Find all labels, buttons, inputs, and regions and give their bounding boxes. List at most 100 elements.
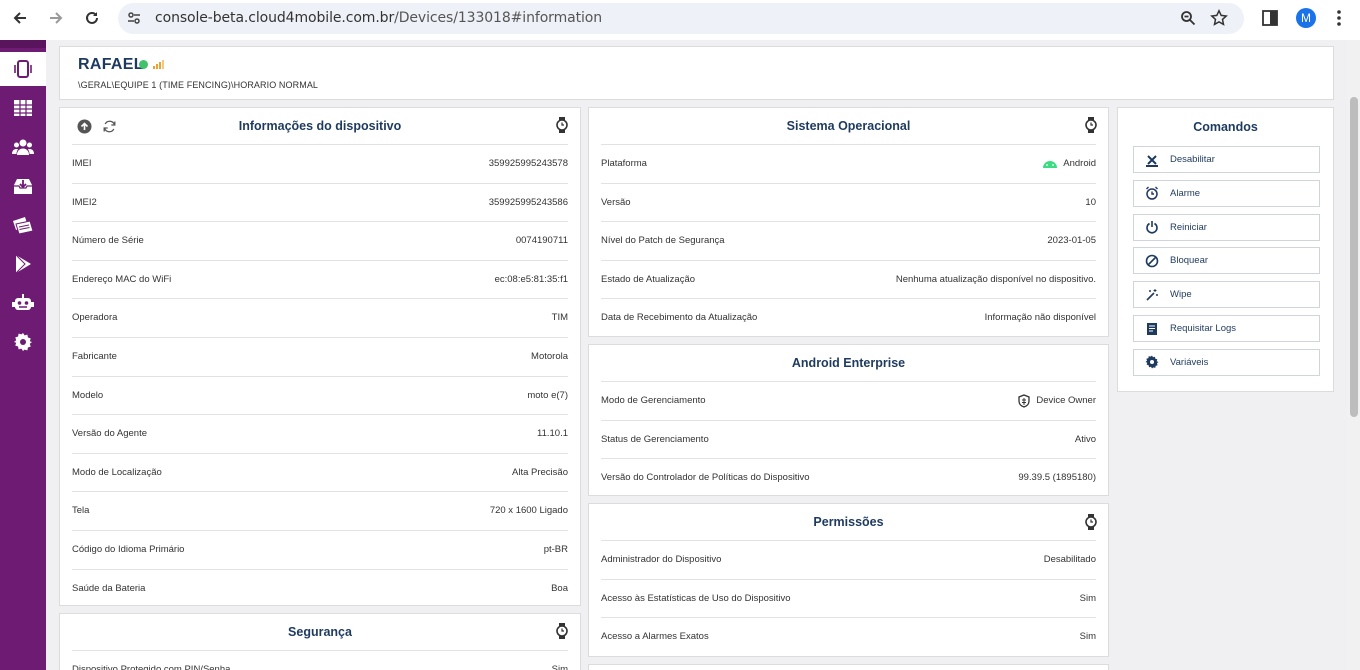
reload-button[interactable]	[80, 6, 104, 30]
row-label: Versão do Agente	[72, 428, 148, 440]
command-button[interactable]: Alarme	[1133, 179, 1320, 207]
row-label: IMEI	[72, 158, 92, 169]
sidebar-item-devices[interactable]	[0, 52, 46, 86]
os-title: Sistema Operacional	[786, 119, 911, 133]
device-group-path: \GERAL\EQUIPE 1 (TIME FENCING)\HORARIO N…	[78, 80, 319, 90]
info-row: Saúde da Bateria Boa	[72, 568, 568, 607]
info-row: IMEI 359925995243578	[72, 144, 568, 182]
row-label: Saúde da Bateria	[72, 582, 146, 594]
row-label: Endereço MAC do WiFi	[72, 273, 172, 285]
zoom-icon[interactable]	[1180, 10, 1196, 26]
sidebar-item-users[interactable]	[0, 130, 46, 164]
row-label: Nível do Patch de Segurança	[601, 235, 725, 247]
sidebar-top-strip	[0, 40, 46, 48]
sidebar-item-apps[interactable]	[0, 208, 46, 242]
row-value-wrap: Ativo	[1075, 434, 1096, 445]
wipe-icon	[1146, 288, 1158, 301]
info-row: Tela 720 x 1600 Ligado	[72, 491, 568, 529]
info-row: Modo de Localização Alta Precisão	[72, 452, 568, 491]
browser-menu-icon[interactable]	[1336, 8, 1342, 28]
url-text[interactable]: console-beta.cloud4mobile.com.br/Devices…	[155, 10, 602, 26]
block-icon	[1145, 254, 1159, 268]
os-card: Sistema Operacional Plataforma Android Ver…	[588, 107, 1109, 337]
forward-button[interactable]	[44, 6, 68, 30]
reload-icon	[86, 11, 98, 24]
command-icon-wrap	[1134, 322, 1170, 336]
row-value-wrap: moto e(7)	[527, 390, 568, 401]
row-value-wrap: Sim	[552, 664, 568, 670]
commands-title: Comandos	[1193, 120, 1258, 134]
row-label: Acesso às Estatísticas de Uso do Disposi…	[601, 592, 791, 604]
info-row: Versão do Controlador de Políticas do Di…	[601, 458, 1096, 496]
row-label: Versão	[601, 196, 631, 208]
signal-strength-icon	[153, 60, 164, 69]
command-button[interactable]: Wipe	[1133, 281, 1320, 309]
sidebar-item-play-store[interactable]	[0, 247, 46, 281]
row-label: IMEI2	[72, 196, 97, 208]
command-button[interactable]: Variáveis	[1133, 348, 1320, 376]
online-status-dot	[139, 60, 148, 69]
command-icon-wrap	[1134, 220, 1170, 234]
row-label: Fabricante	[72, 351, 117, 362]
row-value: Alta Precisão	[512, 466, 568, 478]
row-value-wrap: Android	[1042, 158, 1096, 169]
page-scrollbar[interactable]	[1347, 40, 1360, 670]
command-label: Reiniciar	[1170, 221, 1207, 233]
watch-icon[interactable]	[1085, 514, 1097, 530]
sidebar-item-settings[interactable]	[0, 325, 46, 359]
row-value: Desabilitado	[1043, 554, 1096, 565]
bookmark-star-icon[interactable]	[1210, 9, 1228, 27]
row-label: Data de Recebimento da Atualização	[601, 312, 758, 324]
row-value-wrap: ec:08:e5:81:35:f1	[495, 274, 568, 285]
side-panel-icon[interactable]	[1261, 9, 1279, 27]
row-label: Status de Gerenciamento	[601, 433, 709, 445]
row-label: Versão do Controlador de Políticas do Di…	[601, 472, 810, 484]
command-button[interactable]: Reiniciar	[1133, 213, 1320, 241]
address-bar[interactable]: console-beta.cloud4mobile.com.br/Devices…	[118, 3, 1244, 34]
row-label: Código do Idioma Primário	[72, 544, 185, 555]
info-row: Versão 10	[601, 182, 1096, 221]
command-button[interactable]: Desabilitar	[1133, 146, 1320, 173]
site-info-icon[interactable]	[127, 11, 141, 25]
row-label: Estado de Atualização	[601, 273, 696, 285]
watch-icon[interactable]	[556, 623, 568, 639]
device-header: RAFAEL \GERAL\EQUIPE 1 (TIME FENCING)\HO…	[59, 46, 1334, 100]
row-value: 0074190711	[515, 235, 568, 247]
command-label: Requisitar Logs	[1170, 323, 1237, 334]
back-button[interactable]	[8, 6, 32, 30]
command-button[interactable]: Requisitar Logs	[1133, 315, 1320, 342]
command-button[interactable]: Bloquear	[1133, 247, 1320, 275]
watch-icon[interactable]	[1085, 117, 1097, 133]
row-label: Modelo	[72, 389, 104, 401]
row-value-wrap: Desabilitado	[1044, 554, 1096, 565]
row-value-wrap: Alta Precisão	[512, 467, 568, 478]
sidebar-item-inbox[interactable]	[0, 169, 46, 203]
row-value: Informação não disponível	[984, 312, 1096, 324]
command-label: Wipe	[1170, 289, 1192, 301]
commands-card: Comandos Desabilitar Alarme Reiniciar Bloqu…	[1117, 107, 1334, 392]
row-value: 10	[1085, 196, 1096, 208]
row-label: Administrador do Dispositivo	[601, 554, 722, 565]
row-value: Ativo	[1074, 433, 1096, 445]
info-row: Número de Série 0074190711	[72, 221, 568, 259]
row-label: Plataforma	[601, 158, 647, 169]
row-value: 11.10.1	[537, 428, 568, 440]
row-value-wrap: Boa	[551, 583, 568, 594]
row-value: Android	[1063, 158, 1096, 169]
device-info-card: Informações do dispositivo IMEI 359925995…	[59, 107, 581, 606]
row-label: Número de Série	[72, 235, 144, 247]
row-value: 2023-01-05	[1047, 235, 1096, 247]
scrollbar-thumb[interactable]	[1350, 97, 1358, 417]
play-store-icon	[15, 254, 31, 274]
sidebar-item-automation[interactable]	[0, 286, 46, 320]
command-label: Bloquear	[1170, 255, 1209, 267]
info-row: Fabricante Motorola	[72, 337, 568, 375]
sidebar-item-reports[interactable]	[0, 91, 46, 125]
next-card	[588, 664, 1109, 670]
info-row: Nível do Patch de Segurança 2023-01-05	[601, 221, 1096, 259]
row-value-wrap: 720 x 1600 Ligado	[490, 505, 568, 516]
table-icon	[14, 100, 32, 116]
command-label: Alarme	[1170, 187, 1201, 199]
watch-icon[interactable]	[556, 117, 568, 133]
profile-avatar[interactable]: M	[1296, 8, 1316, 28]
